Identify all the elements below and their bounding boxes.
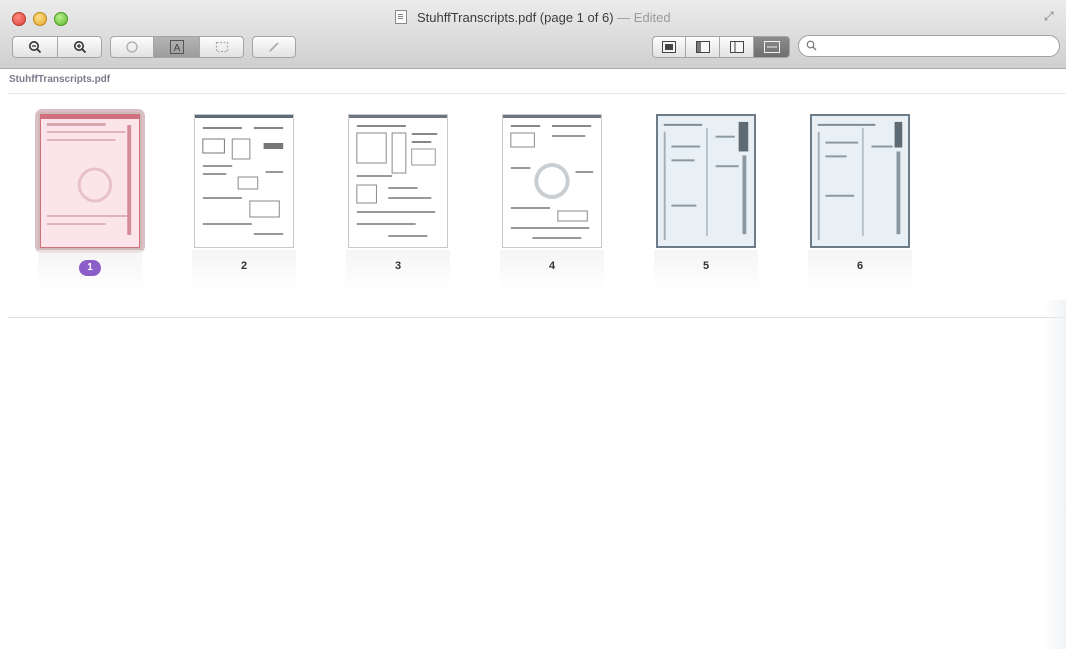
page-number-2[interactable]: 2	[192, 260, 296, 272]
fullscreen-icon[interactable]: ⤢	[1044, 10, 1056, 22]
pencil-icon	[269, 42, 279, 52]
annotate-button[interactable]	[252, 36, 296, 58]
window-title: StuhffTranscripts.pdf (page 1 of 6) — Ed…	[0, 10, 1066, 25]
zoom-out-icon	[29, 41, 42, 54]
page-thumbnail-4[interactable]	[500, 112, 604, 250]
page-thumbnail-2[interactable]	[192, 112, 296, 250]
move-tool-button[interactable]	[110, 36, 154, 58]
page-thumbnail-3[interactable]	[346, 112, 450, 250]
view-thumbnails-button[interactable]	[652, 36, 686, 58]
view-contact-sheet-button[interactable]	[754, 36, 790, 58]
text-select-icon: A	[169, 40, 184, 54]
page-number-3[interactable]: 3	[346, 260, 450, 272]
window-title-status: — Edited	[617, 10, 671, 25]
divider	[8, 93, 1066, 94]
page-thumbnail-6[interactable]	[808, 112, 912, 250]
document-icon	[395, 10, 408, 24]
page-preview	[502, 114, 602, 248]
page-image	[658, 116, 754, 246]
text-select-button[interactable]: A	[154, 36, 200, 58]
document-label: StuhffTranscripts.pdf	[9, 74, 111, 85]
page-preview	[40, 114, 140, 248]
contact-sheet-icon	[763, 41, 780, 53]
page-image	[503, 115, 601, 239]
rect-select-button[interactable]	[200, 36, 244, 58]
view-sidebar-button[interactable]	[686, 36, 720, 58]
search-input[interactable]	[821, 38, 1055, 56]
page-number-1[interactable]: 1	[38, 260, 142, 276]
search-field[interactable]	[798, 35, 1060, 57]
title-bar: StuhffTranscripts.pdf (page 1 of 6) — Ed…	[0, 0, 1066, 69]
page-preview	[810, 114, 910, 248]
page-number-5[interactable]: 5	[654, 260, 758, 272]
hand-icon	[126, 41, 138, 53]
zoom-in-button[interactable]	[58, 36, 102, 58]
search-icon	[806, 40, 817, 51]
page-image	[41, 115, 139, 247]
page-image	[195, 115, 293, 235]
page-preview	[348, 114, 448, 248]
thumbnail-sidebar-icon	[662, 41, 676, 53]
page-preview	[656, 114, 756, 248]
zoom-out-button[interactable]	[12, 36, 58, 58]
window-edge-shadow	[1044, 300, 1066, 649]
zoom-in-icon	[73, 41, 86, 54]
page-preview	[194, 114, 294, 248]
page-number-4[interactable]: 4	[500, 260, 604, 272]
page-thumbnail-5[interactable]	[654, 112, 758, 250]
window-title-file: StuhffTranscripts.pdf (page 1 of 6)	[416, 10, 614, 25]
divider	[8, 317, 1066, 318]
preview-window: StuhffTranscripts.pdf (page 1 of 6) — Ed…	[0, 0, 1066, 649]
single-page-icon	[729, 41, 744, 53]
page-number-6[interactable]: 6	[808, 260, 912, 272]
page-image	[349, 115, 447, 237]
page-thumbnail-1[interactable]	[38, 112, 142, 250]
view-single-page-button[interactable]	[720, 36, 754, 58]
svg-text:A: A	[173, 43, 180, 54]
rect-select-icon	[215, 41, 228, 53]
sidebar-icon	[695, 41, 710, 53]
selected-page-badge: 1	[79, 260, 101, 276]
page-image	[812, 116, 908, 246]
